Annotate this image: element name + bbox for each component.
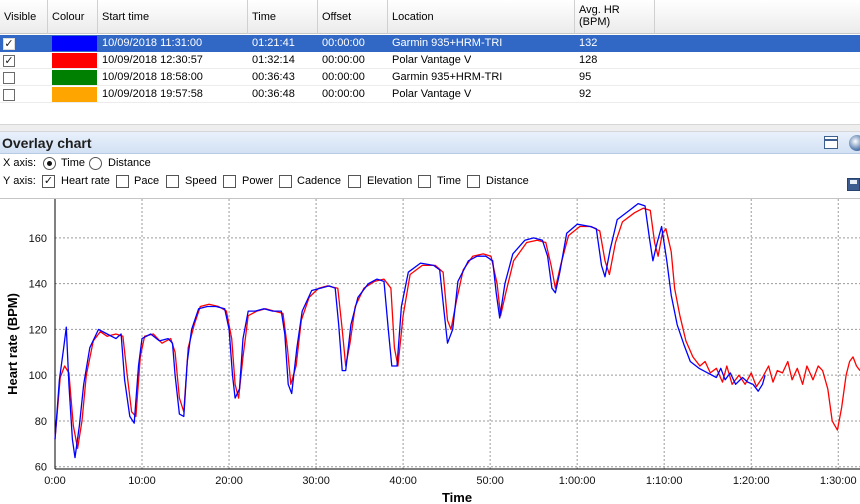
y-tick-label: 100 [29,370,47,382]
grid-header: Visible Colour Start time Time Offset Lo… [0,0,860,34]
x-axis-distance-label[interactable]: Distance [108,157,151,169]
x-tick-label: 1:30:00 [820,475,857,487]
table-row[interactable]: ✓ 10/09/2018 11:31:00 01:21:41 00:00:00 … [0,35,860,52]
x-axis-time-label[interactable]: Time [61,157,85,169]
x-tick-label: 1:10:00 [646,475,683,487]
y-elevation-checkbox[interactable] [348,175,361,188]
table-row[interactable]: 10/09/2018 18:58:00 00:36:43 00:00:00 Ga… [0,69,860,86]
visible-checkbox[interactable] [3,89,15,101]
y-axis-options: Y axis: ✓ Heart rate Pace Speed Power Ca… [0,173,860,191]
avg-hr-cell: 128 [579,54,598,66]
table-row[interactable]: ✓ 10/09/2018 12:30:57 01:32:14 00:00:00 … [0,52,860,69]
x-tick-label: 0:00 [44,475,65,487]
y-axis-title: Heart rate (BPM) [5,293,20,395]
y-tick-label: 140 [29,279,47,291]
x-axis-label: X axis: [3,157,37,169]
colour-swatch[interactable] [52,70,97,85]
start-time-cell: 10/09/2018 12:30:57 [102,54,203,66]
time-cell: 00:36:48 [252,88,295,100]
x-tick-label: 1:20:00 [733,475,770,487]
start-time-cell: 10/09/2018 19:57:58 [102,88,203,100]
location-cell: Polar Vantage V [392,54,472,66]
visible-checkbox[interactable]: ✓ [3,55,15,67]
activity-grid: Visible Colour Start time Time Offset Lo… [0,0,860,104]
x-tick-label: 30:00 [302,475,330,487]
colour-swatch[interactable] [52,87,97,102]
y-heart-rate-label[interactable]: Heart rate [61,175,110,187]
y-elevation-label[interactable]: Elevation [367,175,412,187]
start-time-cell: 10/09/2018 18:58:00 [102,71,203,83]
y-heart-rate-checkbox[interactable]: ✓ [42,175,55,188]
x-axis-time-radio[interactable] [43,157,56,170]
y-axis-label: Y axis: [3,175,36,187]
visible-checkbox[interactable] [3,72,15,84]
y-power-label[interactable]: Power [242,175,273,187]
x-tick-label: 40:00 [389,475,417,487]
avg-hr-header-line1: Avg. HR [579,4,620,16]
column-header-start-time[interactable]: Start time [98,0,248,34]
column-header-avg-hr[interactable]: Avg. HR (BPM) [575,0,655,34]
maximize-icon[interactable] [824,136,838,149]
start-time-cell: 10/09/2018 11:31:00 [102,37,203,49]
y-tick-label: 120 [29,324,47,336]
y-pace-checkbox[interactable] [116,175,129,188]
y-time-checkbox[interactable] [418,175,431,188]
avg-hr-cell: 132 [579,37,598,49]
column-header-time[interactable]: Time [248,0,318,34]
x-axis-options: X axis: Time Distance [0,155,860,173]
y-speed-label[interactable]: Speed [185,175,217,187]
panel-title: Overlay chart [2,135,92,151]
visible-checkbox[interactable]: ✓ [3,38,15,50]
column-header-colour[interactable]: Colour [48,0,98,34]
time-cell: 00:36:43 [252,71,295,83]
location-cell: Polar Vantage V [392,88,472,100]
y-distance-checkbox[interactable] [467,175,480,188]
offset-cell[interactable]: 00:00:00 [318,35,365,52]
x-axis-distance-radio[interactable] [89,157,102,170]
x-tick-label: 20:00 [215,475,243,487]
column-header-visible[interactable]: Visible [0,0,48,34]
location-cell: Garmin 935+HRM-TRI [392,37,503,49]
time-cell: 01:32:14 [252,54,295,66]
chart-grid [54,199,860,469]
offset-cell[interactable]: 00:00:00 [318,69,365,86]
y-tick-label: 160 [29,233,47,245]
y-time-label[interactable]: Time [437,175,461,187]
time-cell: 01:21:41 [252,37,295,49]
location-cell: Garmin 935+HRM-TRI [392,71,503,83]
y-tick-label: 60 [35,462,47,474]
save-icon[interactable] [847,178,860,191]
x-tick-label: 10:00 [128,475,156,487]
x-axis-title: Time [442,490,472,504]
colour-swatch[interactable] [52,36,97,51]
close-icon[interactable] [849,135,860,151]
x-tick-label: 50:00 [476,475,504,487]
y-pace-label[interactable]: Pace [134,175,159,187]
splitter[interactable] [0,124,860,132]
offset-cell[interactable]: 00:00:00 [318,86,365,103]
offset-cell[interactable]: 00:00:00 [318,52,365,69]
overlay-chart[interactable]: 0:00 10:00 20:00 30:00 40:00 50:00 1:00:00 1:10… [0,198,860,504]
y-distance-label[interactable]: Distance [486,175,529,187]
x-tick-label: 1:00:00 [559,475,596,487]
y-cadence-checkbox[interactable] [279,175,292,188]
y-speed-checkbox[interactable] [166,175,179,188]
avg-hr-header-line2: (BPM) [579,16,611,28]
colour-swatch[interactable] [52,53,97,68]
y-cadence-label[interactable]: Cadence [297,175,341,187]
y-tick-label: 80 [35,416,47,428]
column-header-offset[interactable]: Offset [318,0,388,34]
column-header-location[interactable]: Location [388,0,575,34]
y-power-checkbox[interactable] [223,175,236,188]
avg-hr-cell: 95 [579,71,592,83]
chart-svg[interactable]: 0:00 10:00 20:00 30:00 40:00 50:00 1:00:00 1:10… [0,199,860,504]
plot-area [55,199,860,469]
table-row[interactable]: 10/09/2018 19:57:58 00:36:48 00:00:00 Po… [0,86,860,103]
panel-header: Overlay chart [0,132,860,154]
avg-hr-cell: 92 [579,88,592,100]
